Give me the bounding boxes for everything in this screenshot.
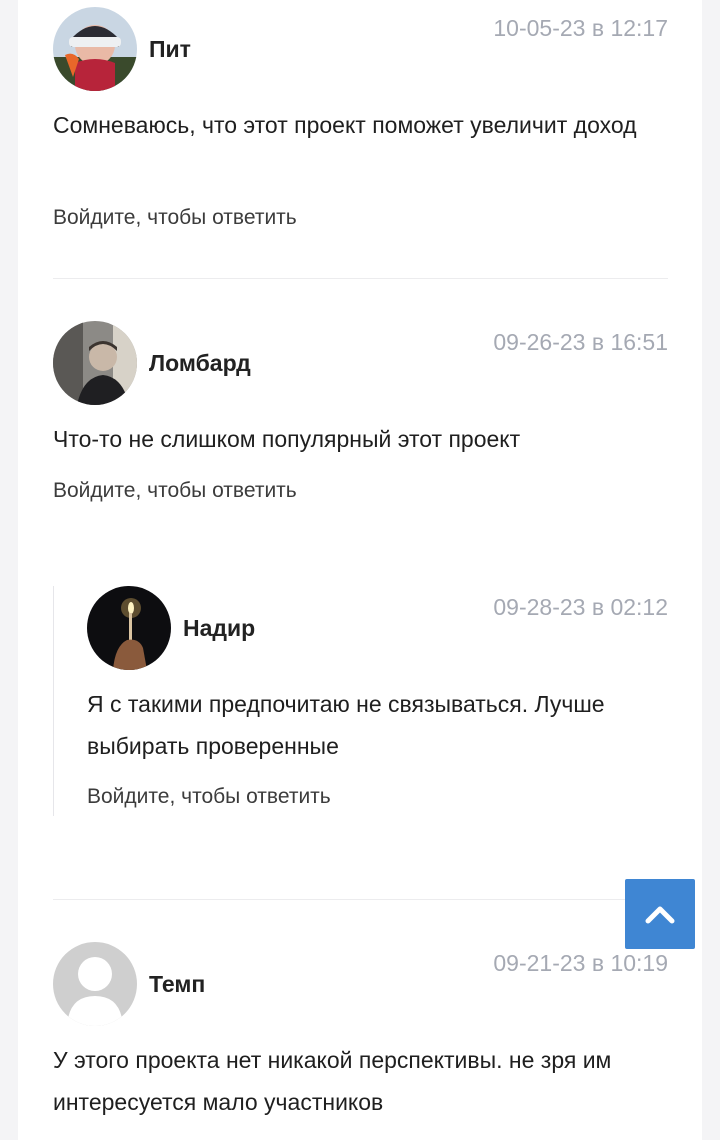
comment-date: 09-21-23 в 10:19 — [493, 950, 668, 976]
login-to-reply-link[interactable]: Войдите, чтобы ответить — [87, 785, 331, 809]
comment-author: Надир — [183, 615, 256, 641]
avatar[interactable] — [53, 942, 137, 1026]
comment-text: У этого проекта нет никакой перспективы.… — [53, 1047, 612, 1115]
comment-author: Пит — [149, 36, 191, 62]
comment-item: Пит 10-05-23 в 12:17 Сомневаюсь, что это… — [18, 0, 702, 280]
scroll-to-top-button[interactable] — [625, 879, 695, 949]
comment-date: 10-05-23 в 12:17 — [493, 15, 668, 41]
comments-card: Пит 10-05-23 в 12:17 Сомневаюсь, что это… — [18, 0, 702, 1140]
comment-date: 09-26-23 в 16:51 — [493, 329, 668, 355]
comment-divider — [53, 899, 668, 900]
user-photo-icon — [87, 586, 171, 670]
comment-date: 09-28-23 в 02:12 — [493, 594, 668, 620]
login-to-reply-link[interactable]: Войдите, чтобы ответить — [53, 206, 297, 230]
comment-item: Ломбард 09-26-23 в 16:51 Что-то не слишк… — [18, 300, 702, 520]
login-to-reply-link[interactable]: Войдите, чтобы ответить — [53, 479, 297, 503]
chevron-up-icon — [645, 906, 675, 924]
default-user-icon — [53, 942, 137, 1026]
comment-author: Темп — [149, 971, 206, 997]
avatar[interactable] — [53, 7, 137, 91]
user-photo-icon — [53, 321, 137, 405]
comment-text: Что-то не слишком популярный этот проект — [53, 426, 521, 452]
avatar[interactable] — [53, 321, 137, 405]
avatar[interactable] — [87, 586, 171, 670]
user-photo-icon — [53, 7, 137, 91]
comment-text: Я с такими предпочитаю не связываться. Л… — [87, 691, 605, 759]
reply-item: Надир 09-28-23 в 02:12 Я с такими предпо… — [18, 586, 702, 816]
comment-divider — [53, 278, 668, 279]
comment-author: Ломбард — [149, 350, 251, 376]
comment-text: Сомневаюсь, что этот проект поможет увел… — [53, 112, 637, 138]
comment-item: Темп 09-21-23 в 10:19 У этого проекта не… — [18, 920, 702, 1140]
